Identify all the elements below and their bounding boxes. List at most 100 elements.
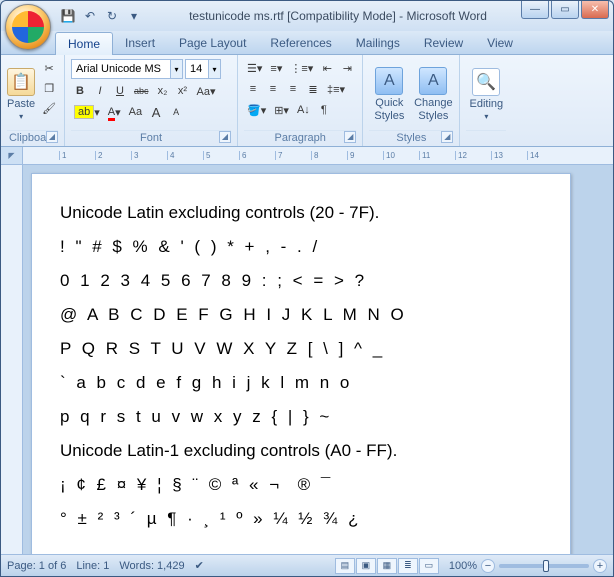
font-name-combo[interactable]: Arial Unicode MS▾: [71, 59, 183, 79]
quick-styles-icon: A: [375, 67, 403, 95]
format-painter-button[interactable]: 🖌: [39, 99, 59, 117]
clipboard-dialog-icon[interactable]: ◢: [46, 131, 58, 143]
shading-button[interactable]: 🪣▾: [244, 101, 269, 119]
editing-button[interactable]: 🔍 Editing ▾: [466, 59, 506, 130]
group-font: Arial Unicode MS▾ 14▾ B I U abc x₂ x² Aa…: [65, 55, 238, 146]
superscript-button[interactable]: x²: [174, 82, 192, 100]
document-area[interactable]: Unicode Latin excluding controls (20 - 7…: [1, 165, 613, 554]
quick-access-toolbar: 💾 ↶ ↻ ▾: [59, 7, 143, 25]
doc-line[interactable]: P Q R S T U V W X Y Z [ \ ] ^ _: [60, 332, 542, 366]
page[interactable]: Unicode Latin excluding controls (20 - 7…: [31, 173, 571, 554]
zoom-level[interactable]: 100%: [449, 560, 477, 572]
borders-button[interactable]: ⊞▾: [271, 101, 292, 119]
font-dialog-icon[interactable]: ◢: [219, 131, 231, 143]
group-paragraph: ☰▾ ≡▾ ⋮≡▾ ⇤ ⇥ ≡ ≡ ≡ ≣ ‡≡▾ 🪣▾: [238, 55, 363, 146]
full-screen-view-button[interactable]: ▣: [356, 558, 376, 574]
status-words[interactable]: Words: 1,429: [119, 560, 184, 572]
ribbon: 📋 Paste ▾ ✂ ❐ 🖌 Clipboard◢ Arial Unicode…: [1, 55, 613, 147]
numbering-button[interactable]: ≡▾: [267, 59, 285, 77]
outline-view-button[interactable]: ≣: [398, 558, 418, 574]
strike-button[interactable]: abc: [131, 82, 152, 100]
tab-view[interactable]: View: [475, 32, 525, 54]
web-layout-view-button[interactable]: ▦: [377, 558, 397, 574]
quick-styles-button[interactable]: A Quick Styles: [369, 59, 409, 130]
doc-line[interactable]: ° ± ² ³ ´ µ ¶ · ¸ ¹ º » ¼ ½ ¾ ¿: [60, 502, 542, 536]
group-label-paragraph: Paragraph◢: [244, 130, 356, 144]
align-center-button[interactable]: ≡: [264, 80, 282, 98]
doc-line[interactable]: ! " # $ % & ' ( ) * + , - . /: [60, 230, 542, 264]
zoom-out-button[interactable]: −: [481, 559, 495, 573]
close-button[interactable]: ✕: [581, 1, 609, 19]
doc-line[interactable]: Unicode Latin excluding controls (20 - 7…: [60, 196, 542, 230]
show-marks-button[interactable]: ¶: [315, 101, 333, 119]
copy-button[interactable]: ❐: [39, 79, 59, 97]
grow-font-button[interactable]: A: [147, 103, 165, 121]
status-page[interactable]: Page: 1 of 6: [7, 560, 66, 572]
justify-button[interactable]: ≣: [304, 80, 322, 98]
change-styles-icon: A: [419, 67, 447, 95]
horizontal-ruler[interactable]: ◤ 1234567891011121314: [1, 147, 613, 165]
tab-review[interactable]: Review: [412, 32, 475, 54]
maximize-button[interactable]: ▭: [551, 1, 579, 19]
paragraph-dialog-icon[interactable]: ◢: [344, 131, 356, 143]
minimize-button[interactable]: —: [521, 1, 549, 19]
proofing-icon[interactable]: ✔: [195, 559, 204, 572]
multilevel-button[interactable]: ⋮≡▾: [287, 59, 316, 77]
increase-indent-button[interactable]: ⇥: [338, 59, 356, 77]
sort-button[interactable]: A↓: [294, 101, 313, 119]
doc-line[interactable]: ¡ ¢ £ ¤ ¥ ¦ § ¨ © ª « ¬ ­ ® ¯: [60, 468, 542, 502]
ribbon-tabs: Home Insert Page Layout References Maili…: [1, 31, 613, 55]
change-styles-button[interactable]: A Change Styles: [413, 59, 453, 130]
doc-line[interactable]: p q r s t u v w x y z { | } ~: [60, 400, 542, 434]
line-spacing-button[interactable]: ‡≡▾: [324, 80, 348, 98]
font-size-combo[interactable]: 14▾: [185, 59, 221, 79]
bullets-button[interactable]: ☰▾: [244, 59, 265, 77]
clipboard-icon: 📋: [7, 68, 35, 96]
app-window: 💾 ↶ ↻ ▾ testunicode ms.rtf [Compatibilit…: [0, 0, 614, 577]
zoom-slider[interactable]: [499, 564, 589, 568]
doc-line[interactable]: ` a b c d e f g h i j k l m n o: [60, 366, 542, 400]
vertical-ruler[interactable]: [1, 165, 23, 554]
underline-button[interactable]: U: [111, 82, 129, 100]
group-label-styles: Styles◢: [369, 130, 453, 144]
zoom-in-button[interactable]: +: [593, 559, 607, 573]
undo-icon[interactable]: ↶: [81, 7, 99, 25]
qat-customize-icon[interactable]: ▾: [125, 7, 143, 25]
decrease-indent-button[interactable]: ⇤: [318, 59, 336, 77]
redo-icon[interactable]: ↻: [103, 7, 121, 25]
subscript-button[interactable]: x₂: [154, 82, 172, 100]
doc-line[interactable]: Unicode Latin-1 excluding controls (A0 -…: [60, 434, 542, 468]
align-right-button[interactable]: ≡: [284, 80, 302, 98]
office-button[interactable]: [5, 4, 51, 50]
highlight-button[interactable]: ab▾: [71, 103, 103, 121]
align-left-button[interactable]: ≡: [244, 80, 262, 98]
chevron-down-icon[interactable]: ▾: [170, 60, 182, 78]
tab-mailings[interactable]: Mailings: [344, 32, 412, 54]
draft-view-button[interactable]: ▭: [419, 558, 439, 574]
italic-button[interactable]: I: [91, 82, 109, 100]
paste-button[interactable]: 📋 Paste ▾: [7, 59, 35, 130]
clear-format-button[interactable]: Aa: [126, 103, 145, 121]
zoom-thumb[interactable]: [543, 560, 549, 572]
print-layout-view-button[interactable]: ▤: [335, 558, 355, 574]
chevron-down-icon[interactable]: ▾: [208, 60, 220, 78]
group-label-font: Font◢: [71, 130, 231, 144]
zoom-control: 100% − +: [449, 559, 607, 573]
bold-button[interactable]: B: [71, 82, 89, 100]
shrink-font-button[interactable]: A: [167, 103, 185, 121]
tab-references[interactable]: References: [258, 32, 343, 54]
group-label-editing: [466, 130, 506, 144]
font-color-button[interactable]: A▾: [105, 103, 124, 121]
change-case-button[interactable]: Aa▾: [194, 82, 219, 100]
tab-home[interactable]: Home: [55, 32, 113, 55]
styles-dialog-icon[interactable]: ◢: [441, 131, 453, 143]
tab-page-layout[interactable]: Page Layout: [167, 32, 258, 54]
titlebar: 💾 ↶ ↻ ▾ testunicode ms.rtf [Compatibilit…: [1, 1, 613, 31]
doc-line[interactable]: @ A B C D E F G H I J K L M N O: [60, 298, 542, 332]
cut-button[interactable]: ✂: [39, 59, 59, 77]
status-line[interactable]: Line: 1: [76, 560, 109, 572]
save-icon[interactable]: 💾: [59, 7, 77, 25]
view-buttons: ▤ ▣ ▦ ≣ ▭: [335, 558, 439, 574]
doc-line[interactable]: 0 1 2 3 4 5 6 7 8 9 : ; < = > ?: [60, 264, 542, 298]
tab-insert[interactable]: Insert: [113, 32, 167, 54]
